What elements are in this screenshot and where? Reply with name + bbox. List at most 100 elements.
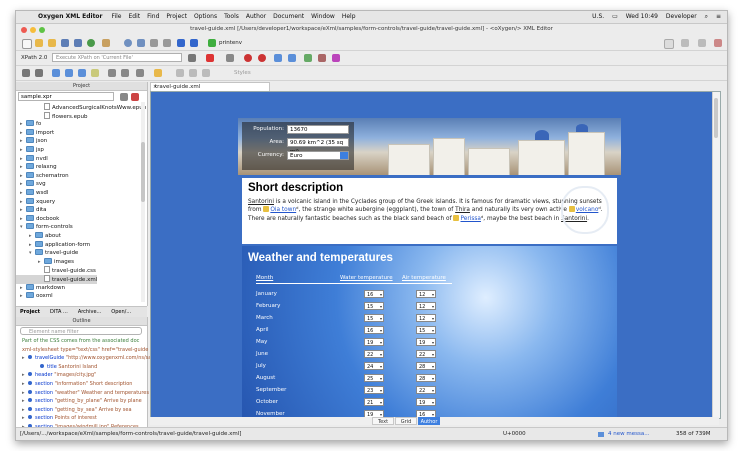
air-temperature-combo[interactable]: 22 ▾ bbox=[416, 350, 436, 358]
chevron-down-icon[interactable]: ▾ bbox=[380, 303, 382, 311]
air-temperature-combo[interactable]: 28 ▾ bbox=[416, 362, 436, 370]
find-in-files-icon[interactable] bbox=[137, 39, 145, 47]
mode-tab-text[interactable]: Text bbox=[372, 417, 394, 425]
menu-app-name[interactable]: Oxygen XML Editor bbox=[38, 13, 103, 20]
chevron-down-icon[interactable]: ▾ bbox=[432, 303, 434, 311]
air-temperature-combo[interactable]: 19 ▾ bbox=[416, 338, 436, 346]
editor-scrollbar[interactable] bbox=[712, 92, 720, 418]
insert-element-icon[interactable] bbox=[136, 69, 144, 77]
water-temperature-combo[interactable]: 16 ▾ bbox=[364, 326, 384, 334]
apply-transformation-icon[interactable] bbox=[208, 39, 216, 47]
perspective-editor-icon[interactable] bbox=[664, 39, 674, 49]
chevron-down-icon[interactable]: ▾ bbox=[380, 339, 382, 347]
outline-row[interactable]: xml-stylesheet type="text/css" href="tra… bbox=[16, 346, 153, 355]
expand-toggle-icon[interactable]: ▸ bbox=[22, 380, 28, 389]
project-menu-icon[interactable] bbox=[120, 93, 128, 101]
profiling-icon[interactable] bbox=[189, 69, 197, 77]
menu-tools[interactable]: Tools bbox=[224, 13, 239, 20]
air-temperature-combo[interactable]: 12 ▾ bbox=[416, 290, 436, 298]
outline-row[interactable]: ▸ section "getting_by_sea" Arrive by sea bbox=[16, 406, 153, 415]
print-icon[interactable] bbox=[102, 39, 110, 47]
tags-display-icon[interactable] bbox=[176, 69, 184, 77]
messages-icon[interactable] bbox=[598, 432, 604, 437]
mode-tab-grid[interactable]: Grid bbox=[395, 417, 417, 425]
oia-town-link[interactable]: Oia town bbox=[270, 207, 296, 213]
close-window-button[interactable] bbox=[21, 27, 27, 33]
perspective-database-icon[interactable] bbox=[714, 39, 722, 47]
expand-toggle-icon[interactable]: ▸ bbox=[22, 389, 28, 398]
text-format-icon[interactable] bbox=[35, 69, 43, 77]
outline-row[interactable]: ▸ section "weather" Weather and temperatu… bbox=[16, 389, 153, 398]
chevron-down-icon[interactable]: ▾ bbox=[432, 375, 434, 383]
save-icon[interactable] bbox=[61, 39, 69, 47]
reject-change-icon[interactable] bbox=[78, 69, 86, 77]
water-temperature-combo[interactable]: 15 ▾ bbox=[364, 302, 384, 310]
reload-icon[interactable] bbox=[87, 39, 95, 47]
stop-debugger-icon[interactable] bbox=[258, 54, 266, 62]
clock[interactable]: Wed 10:49 bbox=[626, 13, 658, 20]
chevron-down-icon[interactable]: ▾ bbox=[380, 363, 382, 371]
chevron-down-icon[interactable]: ▾ bbox=[432, 339, 434, 347]
status-memory[interactable]: 358 of 739M bbox=[676, 428, 711, 440]
chevron-down-icon[interactable] bbox=[340, 152, 348, 159]
toggle-comment-icon[interactable] bbox=[288, 54, 296, 62]
air-temperature-combo[interactable]: 22 ▾ bbox=[416, 386, 436, 394]
menu-file[interactable]: File bbox=[111, 13, 121, 20]
menu-edit[interactable]: Edit bbox=[128, 13, 140, 20]
user-name[interactable]: Developer bbox=[666, 13, 697, 20]
edit-attributes-icon[interactable] bbox=[108, 69, 116, 77]
menu-find[interactable]: Find bbox=[147, 13, 159, 20]
outline-row[interactable]: ▸ section "getting_by_plane" Arrive by pl… bbox=[16, 397, 153, 406]
expand-toggle-icon[interactable]: ▸ bbox=[22, 406, 28, 415]
outline-row[interactable]: title Santorini Island bbox=[16, 363, 165, 372]
perspective-xquery-icon[interactable] bbox=[698, 39, 706, 47]
outline-row[interactable]: ▸ section Points of interest bbox=[16, 414, 153, 423]
element-filter-input[interactable]: Element name filter bbox=[20, 327, 142, 335]
currency-combo[interactable]: Euro bbox=[287, 151, 349, 160]
water-temperature-combo[interactable]: 16 ▾ bbox=[364, 290, 384, 298]
highlight-icon[interactable] bbox=[154, 69, 162, 77]
air-temperature-combo[interactable]: 19 ▾ bbox=[416, 398, 436, 406]
track-changes-icon[interactable] bbox=[52, 69, 60, 77]
water-temperature-combo[interactable]: 23 ▾ bbox=[364, 386, 384, 394]
chevron-down-icon[interactable]: ▾ bbox=[380, 399, 382, 407]
validate-icon[interactable] bbox=[206, 54, 214, 62]
accept-change-icon[interactable] bbox=[65, 69, 73, 77]
chevron-down-icon[interactable]: ▾ bbox=[380, 315, 382, 323]
chevron-down-icon[interactable]: ▾ bbox=[432, 399, 434, 407]
chevron-down-icon[interactable]: ▾ bbox=[380, 387, 382, 395]
xpath-version-combo[interactable]: XPath 2.0 bbox=[21, 51, 47, 65]
chevron-down-icon[interactable]: ▾ bbox=[380, 291, 382, 299]
population-field[interactable]: 13670 bbox=[287, 125, 349, 134]
water-temperature-combo[interactable]: 21 ▾ bbox=[364, 398, 384, 406]
menu-options[interactable]: Options bbox=[194, 13, 217, 20]
new-file-icon[interactable] bbox=[22, 39, 32, 49]
comment-icon[interactable] bbox=[91, 69, 99, 77]
forward-icon[interactable] bbox=[190, 39, 198, 47]
area-field[interactable]: 90.69 km^2 (35 sq mi) bbox=[287, 138, 349, 155]
chevron-down-icon[interactable]: ▾ bbox=[432, 291, 434, 299]
chevron-down-icon[interactable]: ▾ bbox=[432, 351, 434, 359]
project-selector[interactable]: sample.xpr bbox=[18, 92, 114, 101]
xpath-builder-icon[interactable] bbox=[22, 69, 30, 77]
perspective-xslt-icon[interactable] bbox=[681, 39, 689, 47]
format-indent-icon[interactable] bbox=[274, 54, 282, 62]
outline-row[interactable]: Part of the CSS comes from the associate… bbox=[16, 337, 153, 346]
editor-scroll-thumb[interactable] bbox=[714, 98, 718, 138]
zoom-window-button[interactable] bbox=[39, 27, 45, 33]
menu-project[interactable]: Project bbox=[166, 13, 187, 20]
split-element-icon[interactable] bbox=[121, 69, 129, 77]
menu-document[interactable]: Document bbox=[273, 13, 304, 20]
chevron-down-icon[interactable]: ▾ bbox=[432, 327, 434, 335]
open-folder-icon[interactable] bbox=[35, 39, 43, 47]
styles-combo[interactable]: Styles bbox=[234, 66, 251, 80]
rename-element-icon[interactable] bbox=[318, 54, 326, 62]
tree-item[interactable]: ▸ ooxml bbox=[16, 292, 53, 301]
battery-icon[interactable]: ▭ bbox=[612, 13, 618, 20]
find-icon[interactable] bbox=[124, 39, 132, 47]
css-alternatives-icon[interactable] bbox=[202, 69, 210, 77]
project-scroll-thumb[interactable] bbox=[141, 142, 145, 202]
outline-row[interactable]: ▸ section "information" Short description bbox=[16, 380, 153, 389]
editor-tab[interactable]: travel-guide.xml × bbox=[150, 82, 270, 91]
refactoring-icon[interactable] bbox=[332, 54, 340, 62]
